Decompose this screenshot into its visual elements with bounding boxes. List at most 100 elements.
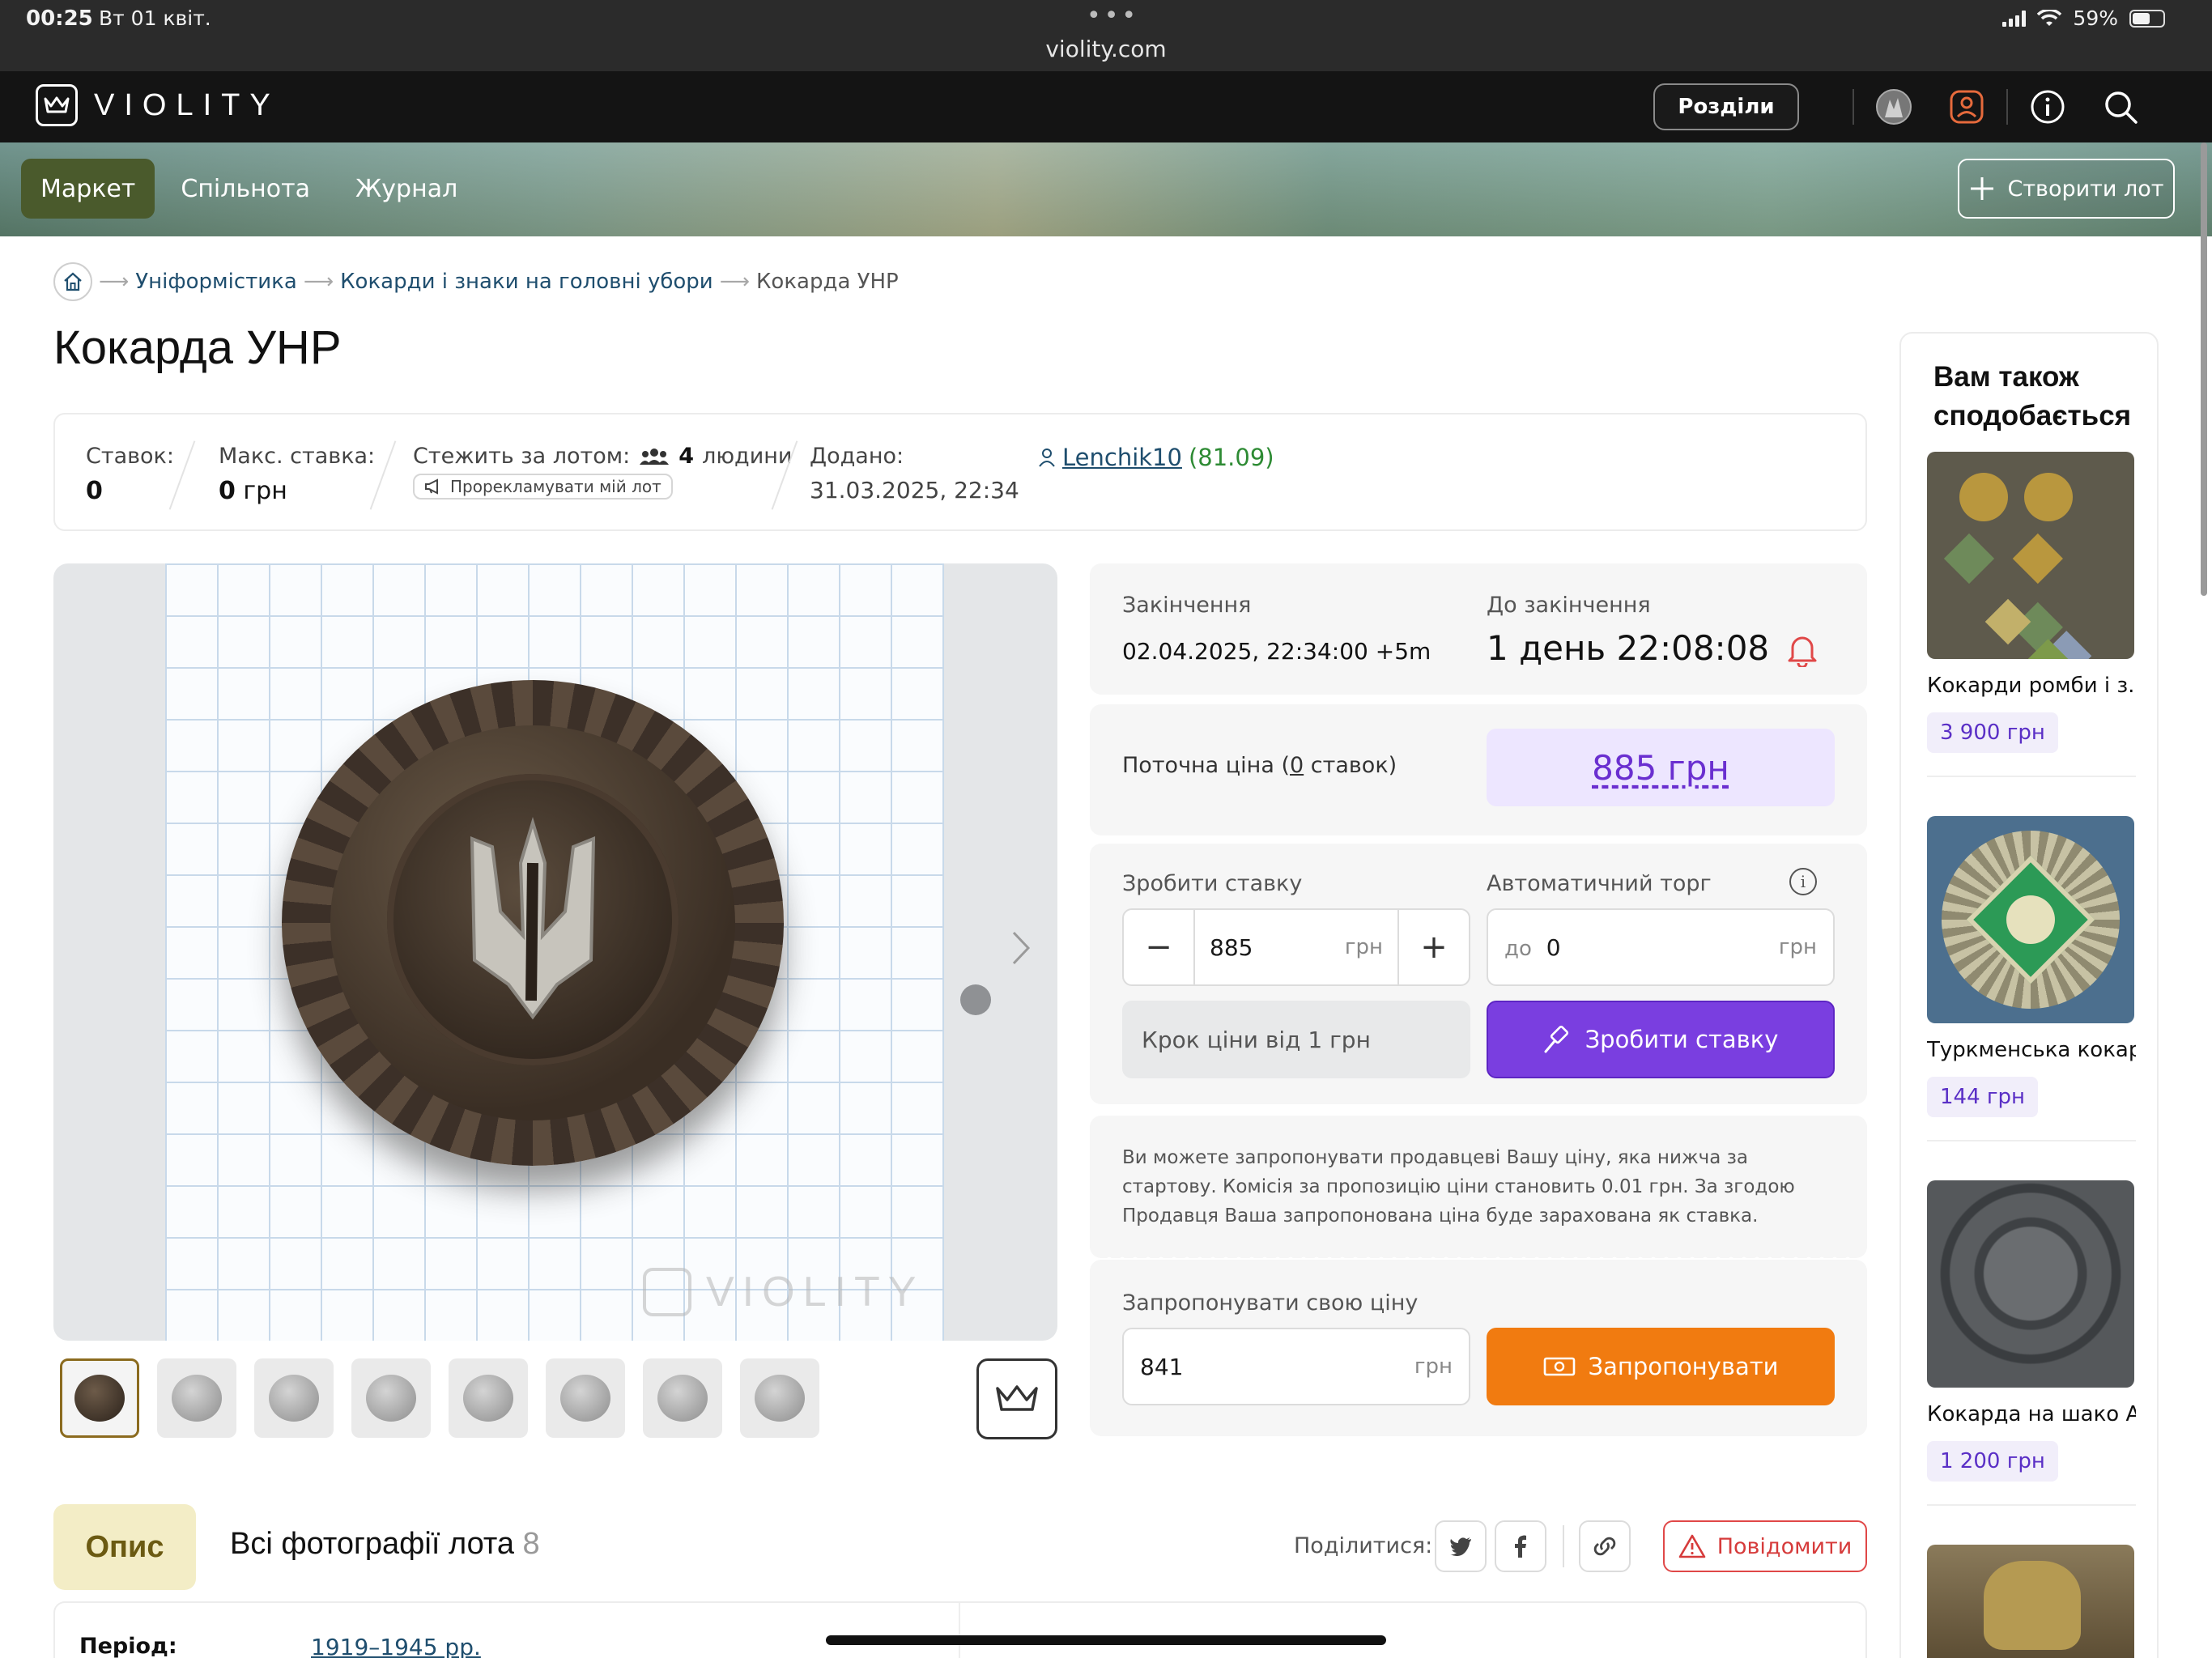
thumbnail[interactable] — [643, 1358, 722, 1438]
place-bid-label: Зробити ставку — [1585, 1026, 1779, 1053]
recommendation-image — [1927, 816, 2134, 1023]
seller: Lenchik10 (81.09) — [1038, 444, 1274, 471]
sidebar-title: Вам також сподобається — [1933, 361, 2132, 432]
twitter-share-button[interactable] — [1435, 1520, 1487, 1572]
watchers-unit: людини — [702, 444, 793, 469]
promote-lot-button[interactable]: Прорекламувати мій лот — [413, 474, 673, 500]
wifi-icon — [2037, 9, 2062, 26]
thumbnail[interactable] — [351, 1358, 431, 1438]
recommendation-price: 3 900 грн — [1927, 712, 2058, 753]
plus-icon — [1971, 177, 1994, 200]
address-bar[interactable]: violity.com — [0, 36, 2212, 62]
divider — [1927, 776, 2136, 777]
seller-link[interactable]: Lenchik10 — [1062, 444, 1182, 471]
added-value: 31.03.2025, 22:34 — [810, 477, 1019, 504]
all-photos-label: Всі фотографії лота — [230, 1527, 514, 1561]
current-price-badge: 885 грн — [1487, 729, 1835, 806]
breadcrumb-link-cockades[interactable]: Кокарди і знаки на головні убори — [340, 270, 713, 294]
make-offer-button[interactable]: Запропонувати — [1487, 1328, 1835, 1405]
main-photo[interactable]: VIOLITY — [165, 563, 944, 1341]
period-link[interactable]: 1919–1945 рр. — [311, 1634, 481, 1658]
recommendation-card[interactable]: Туркменська кокар... 144 грн — [1927, 816, 2136, 1141]
recommendation-card[interactable]: Кокарди ромби і з... 3 900 грн — [1927, 452, 2136, 777]
link-icon — [1593, 1537, 1616, 1556]
twitter-icon — [1450, 1537, 1471, 1556]
photo-watermark: VIOLITY — [643, 1268, 924, 1316]
remaining-label: До закінчення — [1487, 593, 1651, 618]
bid-stepper: − 885 грн + — [1122, 908, 1470, 986]
plus-button[interactable]: + — [1399, 910, 1469, 984]
cockade-image — [282, 680, 784, 1166]
thumbnail[interactable] — [157, 1358, 236, 1438]
multitask-dots-icon[interactable]: ••• — [1087, 2, 1139, 30]
added-stat: Додано: 31.03.2025, 22:34 — [810, 444, 1019, 504]
user-avatar-icon[interactable] — [1875, 88, 1912, 125]
tab-community[interactable]: Спільнота — [161, 159, 330, 219]
report-label: Повідомити — [1716, 1533, 1853, 1559]
chevron-right-icon[interactable] — [1009, 928, 1041, 976]
copy-link-button[interactable] — [1579, 1520, 1631, 1572]
recommendations-sidebar: Вам також сподобається Кокарди ромби і з… — [1899, 332, 2159, 1658]
offer-info-panel: Ви можете запропонувати продавцеві Вашу … — [1090, 1116, 1867, 1258]
thumbnail[interactable] — [740, 1358, 819, 1438]
end-label: Закінчення — [1122, 593, 1252, 618]
breadcrumb-link-uniform[interactable]: Уніформістика — [135, 270, 297, 294]
recommendation-card[interactable]: Кокарда на шако А... 1 200 грн — [1927, 1180, 2136, 1506]
facebook-share-button[interactable] — [1495, 1520, 1546, 1572]
recommendation-image — [1927, 452, 2134, 659]
page-scrollbar[interactable] — [2201, 142, 2207, 596]
brand-logo[interactable]: VIOLITY — [36, 84, 280, 126]
make-offer-label: Запропонувати — [1588, 1353, 1779, 1380]
max-bid-label: Макс. ставка: — [219, 444, 376, 469]
main-tabs: Маркет Спільнота Журнал — [21, 159, 477, 219]
search-icon[interactable] — [2102, 88, 2139, 125]
battery-icon — [2129, 9, 2165, 28]
place-bid-button[interactable]: Зробити ставку — [1487, 1001, 1835, 1078]
auto-bid-input[interactable]: до 0 грн — [1487, 908, 1835, 986]
divider — [1563, 1525, 1564, 1567]
current-bids-link[interactable]: 0 — [1290, 753, 1304, 778]
recommendation-price: 1 200 грн — [1927, 1441, 2058, 1482]
info-icon[interactable] — [2029, 88, 2066, 125]
thumbnail[interactable] — [449, 1358, 528, 1438]
gallery-scroll-dot[interactable] — [960, 984, 991, 1015]
profile-icon[interactable] — [1948, 88, 1985, 125]
thumbnail[interactable] — [254, 1358, 334, 1438]
seller-rating: (81.09) — [1188, 444, 1274, 471]
page-title: Кокарда УНР — [53, 321, 342, 374]
clock: 00:25 — [26, 6, 93, 31]
bids-value: 0 — [86, 477, 103, 505]
offer-input[interactable]: 841 грн — [1122, 1328, 1470, 1405]
home-indicator[interactable] — [826, 1635, 1386, 1645]
report-button[interactable]: Повідомити — [1663, 1520, 1867, 1572]
recommendation-title: Кокарди ромби і з... — [1927, 674, 2136, 698]
tab-all-photos[interactable]: Всі фотографії лота 8 — [230, 1527, 540, 1562]
sections-button[interactable]: Розділи — [1653, 83, 1799, 130]
breadcrumb: ⟶ Уніформістика ⟶ Кокарди і знаки на гол… — [53, 262, 899, 301]
recommendation-title: Туркменська кокар... — [1927, 1038, 2136, 1062]
bid-input[interactable]: 885 грн — [1193, 910, 1399, 984]
tab-description[interactable]: Опис — [53, 1504, 196, 1590]
minus-button[interactable]: − — [1124, 910, 1193, 984]
offer-note: Ви можете запропонувати продавцеві Вашу … — [1122, 1147, 1795, 1226]
bids-stat: Ставок: 0 — [86, 444, 174, 505]
photo-gallery[interactable]: VIOLITY — [53, 563, 1057, 1341]
favorite-crown-button[interactable] — [976, 1358, 1057, 1439]
promote-lot-label: Прорекламувати мій лот — [450, 477, 661, 496]
bids-label: Ставок: — [86, 444, 174, 469]
home-icon[interactable] — [53, 262, 92, 301]
money-icon — [1543, 1357, 1575, 1376]
date: Вт 01 квіт. — [99, 6, 211, 30]
tab-market[interactable]: Маркет — [21, 159, 155, 219]
gavel-icon — [1544, 1025, 1568, 1053]
tab-journal[interactable]: Журнал — [336, 159, 477, 219]
thumbnail[interactable] — [546, 1358, 625, 1438]
thumbnail[interactable] — [60, 1358, 139, 1438]
recommendation-card[interactable] — [1927, 1545, 2136, 1658]
create-lot-button[interactable]: Створити лот — [1958, 159, 2175, 219]
bid-label: Зробити ставку — [1122, 871, 1303, 896]
cellular-signal-icon — [2002, 10, 2027, 27]
watchers-label: Стежить за лотом: — [413, 444, 631, 469]
info-icon[interactable]: i — [1789, 868, 1817, 895]
bell-icon[interactable] — [1786, 633, 1819, 667]
